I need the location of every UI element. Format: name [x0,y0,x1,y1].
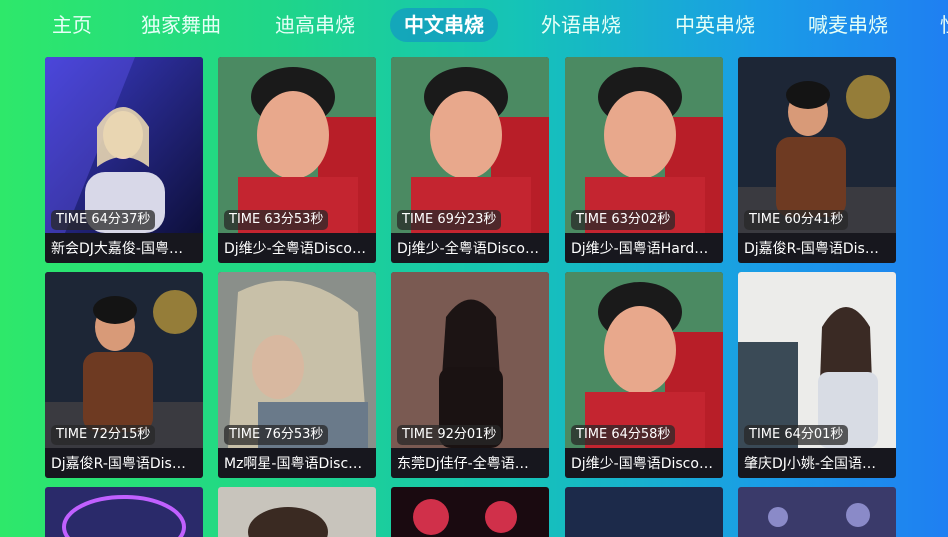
video-card[interactable]: TIME 64分58秒 Dj维少-国粤语Disco… [565,272,723,478]
video-thumbnail [45,57,203,233]
duration-badge: TIME 63分53秒 [224,210,329,230]
caption-bar: 新会DJ大嘉俊-国粤… [45,233,203,263]
video-title: Mz啊星-国粤语Disc… [224,456,363,472]
tab-home[interactable]: 主页 [52,8,92,42]
tab-chinese-english-medley[interactable]: 中英串烧 [675,8,755,42]
caption-bar: 肇庆DJ小姚-全国语… [738,448,896,478]
caption-bar: Dj维少-国粤语Disco… [565,448,723,478]
duration-badge: TIME 64分01秒 [744,425,849,445]
duration-badge: TIME 64分37秒 [51,210,156,230]
video-title: Dj嘉俊R-国粤语Dis… [744,241,879,257]
duration-badge: TIME 60分41秒 [744,210,849,230]
tab-disco-medley[interactable]: 迪高串烧 [275,8,355,42]
video-thumbnail [565,272,723,448]
video-card[interactable]: TIME 64分01秒 肇庆DJ小姚-全国语… [738,272,896,478]
tab-foreign-medley[interactable]: 外语串烧 [541,8,621,42]
video-card-partial[interactable] [45,487,203,537]
duration-badge: TIME 72分15秒 [51,425,156,445]
category-tab-bar: 主页 独家舞曲 迪高串烧 中文串烧 外语串烧 中英串烧 喊麦串烧 性 [0,0,948,50]
tab-exclusive-dance[interactable]: 独家舞曲 [141,8,221,42]
video-title: Dj嘉俊R-国粤语Dis… [51,456,186,472]
tab-mc-medley[interactable]: 喊麦串烧 [808,8,888,42]
caption-bar: Dj维少-国粤语Hard… [565,233,723,263]
duration-badge: TIME 64分58秒 [571,425,676,445]
tab-chinese-medley[interactable]: 中文串烧 [390,8,498,42]
video-thumbnail [45,272,203,448]
video-title: Dj维少-国粤语Disco… [571,456,713,472]
duration-badge: TIME 92分01秒 [397,425,502,445]
duration-badge: TIME 69分23秒 [397,210,502,230]
video-card[interactable]: TIME 63分53秒 Dj维少-全粤语Disco… [218,57,376,263]
video-card-partial[interactable] [218,487,376,537]
video-thumbnail [391,272,549,448]
caption-bar: Dj嘉俊R-国粤语Dis… [45,448,203,478]
video-card-partial[interactable] [565,487,723,537]
video-title: Dj维少-全粤语Disco… [224,241,366,257]
video-card[interactable]: TIME 64分37秒 新会DJ大嘉俊-国粤… [45,57,203,263]
video-card[interactable]: TIME 69分23秒 Dj维少-全粤语Disco… [391,57,549,263]
video-card[interactable]: TIME 72分15秒 Dj嘉俊R-国粤语Dis… [45,272,203,478]
duration-badge: TIME 63分02秒 [571,210,676,230]
video-thumbnail [738,57,896,233]
video-thumbnail [218,57,376,233]
video-card[interactable]: TIME 60分41秒 Dj嘉俊R-国粤语Dis… [738,57,896,263]
video-card[interactable]: TIME 63分02秒 Dj维少-国粤语Hard… [565,57,723,263]
video-thumbnail [738,272,896,448]
video-title: 东莞Dj佳仔-全粤语… [397,456,529,472]
video-thumbnail [391,57,549,233]
video-title: 肇庆DJ小姚-全国语… [744,456,876,472]
caption-bar: Dj嘉俊R-国粤语Dis… [738,233,896,263]
caption-bar: Mz啊星-国粤语Disc… [218,448,376,478]
tab-partial[interactable]: 性 [940,8,948,42]
video-card-partial[interactable] [391,487,549,537]
caption-bar: Dj维少-全粤语Disco… [218,233,376,263]
video-card-partial[interactable] [738,487,896,537]
video-title: Dj维少-国粤语Hard… [571,241,709,257]
duration-badge: TIME 76分53秒 [224,425,329,445]
caption-bar: Dj维少-全粤语Disco… [391,233,549,263]
video-thumbnail [565,57,723,233]
video-card[interactable]: TIME 92分01秒 东莞Dj佳仔-全粤语… [391,272,549,478]
video-card[interactable]: TIME 76分53秒 Mz啊星-国粤语Disc… [218,272,376,478]
video-title: 新会DJ大嘉俊-国粤… [51,241,183,257]
video-thumbnail [218,272,376,448]
caption-bar: 东莞Dj佳仔-全粤语… [391,448,549,478]
video-title: Dj维少-全粤语Disco… [397,241,539,257]
